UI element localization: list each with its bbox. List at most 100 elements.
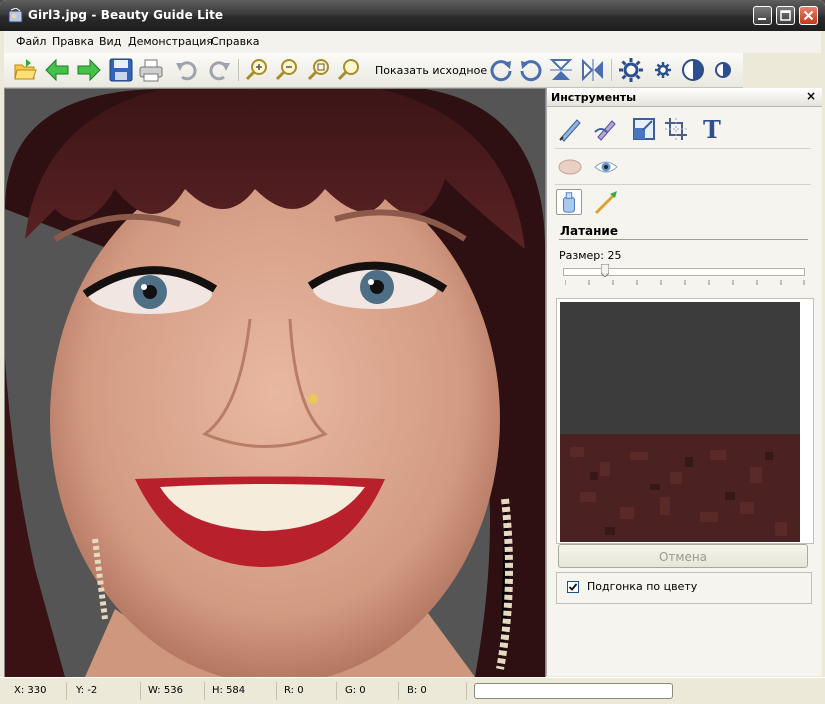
zoom-actual-button[interactable] — [336, 57, 362, 83]
toolbar: Показать исходное — [4, 53, 743, 88]
brightness-up-icon — [619, 58, 643, 82]
forward-icon — [77, 58, 101, 82]
brightness-down-icon — [655, 62, 671, 78]
status-blue: B: 0 — [407, 685, 427, 696]
toothbrush-tool[interactable] — [593, 189, 619, 215]
flip-horizontal-icon — [582, 58, 603, 82]
minimize-button[interactable] — [753, 6, 772, 25]
patch-icon — [563, 192, 575, 213]
options-frame: Подгонка по цвету — [556, 572, 812, 604]
toolbar-separator — [611, 59, 612, 81]
brightness-up-button[interactable] — [618, 57, 644, 83]
forward-button[interactable] — [76, 57, 102, 83]
lips-icon — [558, 159, 582, 175]
text-tool-glyph: T — [703, 116, 721, 142]
maximize-button[interactable] — [776, 6, 795, 25]
zoom-out-button[interactable] — [274, 57, 300, 83]
rotate-ccw-button[interactable] — [518, 57, 544, 83]
menu-demo[interactable]: Демонстрация — [128, 35, 213, 48]
tools-panel-header: Инструменты × — [547, 88, 822, 107]
back-button[interactable] — [44, 57, 70, 83]
undo-icon — [176, 61, 197, 81]
menu-edit[interactable]: Правка — [52, 35, 94, 48]
tool-name-underline — [559, 239, 808, 240]
print-icon — [139, 59, 163, 82]
smooth-brush-icon — [594, 120, 616, 141]
toolbar-separator — [238, 59, 239, 81]
crop-tool[interactable] — [663, 116, 689, 142]
flip-horizontal-button[interactable] — [580, 57, 606, 83]
contrast-up-button[interactable] — [680, 57, 706, 83]
rotate-cw-button[interactable] — [488, 57, 514, 83]
contrast-down-button[interactable] — [710, 57, 736, 83]
tools-panel: Инструменты × T Латание Размер: 25 Отмен… — [546, 88, 822, 676]
menu-help[interactable]: Справка — [211, 35, 259, 48]
app-window: Girl3.jpg - Beauty Guide Lite Файл Правк… — [0, 0, 825, 704]
window-title: Girl3.jpg - Beauty Guide Lite — [28, 8, 224, 22]
lips-tool[interactable] — [557, 154, 583, 180]
checkmark-icon — [568, 583, 578, 591]
menu-view[interactable]: Вид — [99, 35, 121, 48]
open-button[interactable] — [12, 57, 38, 83]
text-tool[interactable]: T — [700, 115, 726, 144]
current-tool-name: Латание — [560, 224, 618, 238]
portrait-photo — [5, 89, 545, 677]
status-divider — [336, 682, 337, 700]
eye-tool[interactable] — [593, 154, 619, 180]
tools-panel-title: Инструменты — [551, 91, 637, 104]
rotate-ccw-icon — [520, 60, 542, 82]
rotate-cw-icon — [490, 60, 512, 82]
minimize-icon — [758, 18, 766, 20]
text-icon: T — [703, 115, 721, 144]
redo-button[interactable] — [206, 57, 232, 83]
image-canvas[interactable] — [4, 88, 546, 678]
status-divider — [398, 682, 399, 700]
status-divider — [66, 682, 67, 700]
save-icon — [109, 58, 133, 82]
menu-bar: Файл Правка Вид Демонстрация Справка — [4, 31, 821, 53]
zoom-actual-icon — [337, 59, 359, 81]
smooth-brush-tool[interactable] — [593, 116, 619, 142]
resize-tool[interactable] — [631, 116, 657, 142]
patch-preview-frame — [556, 298, 814, 544]
color-match-label[interactable]: Подгонка по цвету — [587, 580, 697, 593]
maximize-icon — [780, 10, 791, 21]
status-green: G: 0 — [345, 685, 366, 696]
app-icon — [8, 8, 23, 23]
brush-tool[interactable] — [557, 116, 583, 142]
undo-button[interactable] — [174, 57, 200, 83]
size-slider-thumb[interactable] — [601, 264, 609, 277]
save-button[interactable] — [108, 57, 134, 83]
status-divider — [140, 682, 141, 700]
close-window-button[interactable] — [799, 6, 818, 25]
contrast-down-icon — [715, 62, 731, 78]
flip-vertical-icon — [549, 59, 573, 80]
toothbrush-icon — [594, 191, 617, 215]
zoom-fit-icon — [307, 59, 329, 81]
patch-preview-image — [560, 302, 800, 542]
show-original-button[interactable]: Показать исходное — [375, 64, 487, 77]
cancel-button[interactable]: Отмена — [558, 544, 808, 568]
back-icon — [45, 58, 69, 82]
patch-preview[interactable] — [560, 302, 800, 542]
print-button[interactable] — [138, 57, 164, 83]
zoom-in-button[interactable] — [244, 57, 270, 83]
open-icon — [14, 59, 37, 80]
close-panel-icon[interactable]: × — [806, 89, 816, 103]
patch-tool[interactable] — [556, 189, 582, 215]
size-slider-track[interactable] — [563, 268, 805, 276]
flip-vertical-button[interactable] — [548, 57, 574, 83]
status-divider — [466, 682, 467, 700]
progress-bar — [474, 683, 673, 699]
status-bar: X: 330 Y: -2 W: 536 H: 584 R: 0 G: 0 B: … — [0, 677, 825, 704]
size-slider-ticks — [565, 280, 805, 285]
menu-file[interactable]: Файл — [16, 35, 46, 48]
status-divider — [204, 682, 205, 700]
color-match-checkbox[interactable] — [567, 581, 579, 593]
zoom-in-icon — [245, 59, 267, 81]
status-y: Y: -2 — [76, 685, 98, 696]
zoom-out-icon — [275, 59, 297, 81]
redo-icon — [209, 61, 230, 81]
brightness-down-button[interactable] — [650, 57, 676, 83]
zoom-fit-button[interactable] — [306, 57, 332, 83]
